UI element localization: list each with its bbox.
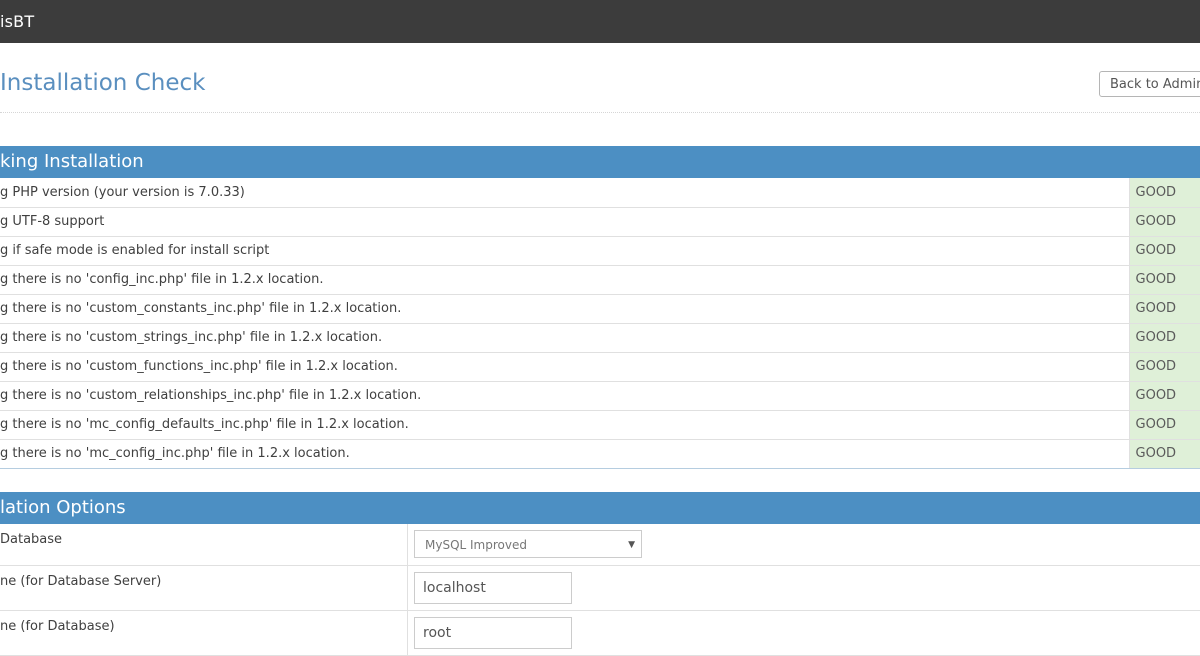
option-row-username: ne (for Database) [0,610,1200,655]
brand-logo-text[interactable]: isBT [0,12,34,31]
check-status-badge: GOOD [1129,381,1200,410]
check-row: g PHP version (your version is 7.0.33)GO… [0,178,1200,207]
check-description: g UTF-8 support [0,207,1129,236]
checking-installation-header: king Installation [0,146,1200,178]
option-control-cell [408,565,1200,610]
database-type-select[interactable]: MySQL Improved ▼ [414,530,642,558]
option-control-cell [408,610,1200,655]
check-row: g there is no 'custom_functions_inc.php'… [0,352,1200,381]
check-description: g if safe mode is enabled for install sc… [0,236,1129,265]
installation-checks-table: g PHP version (your version is 7.0.33)GO… [0,178,1200,469]
installation-options-title: lation Options [0,497,126,518]
check-description: g there is no 'mc_config_defaults_inc.ph… [0,410,1129,439]
check-row: g there is no 'custom_relationships_inc.… [0,381,1200,410]
option-label: ne (for Database Server) [0,565,408,610]
username-input[interactable] [414,617,572,649]
check-row: g there is no 'mc_config_inc.php' file i… [0,439,1200,468]
option-row-hostname: ne (for Database Server) [0,565,1200,610]
option-row-database-type: Database MySQL Improved ▼ [0,524,1200,565]
check-status-badge: GOOD [1129,265,1200,294]
title-divider [0,112,1200,113]
installation-options-table: Database MySQL Improved ▼ ne (for Databa… [0,524,1200,656]
check-row: g UTF-8 supportGOOD [0,207,1200,236]
check-row: g if safe mode is enabled for install sc… [0,236,1200,265]
check-status-badge: GOOD [1129,294,1200,323]
check-status-badge: GOOD [1129,352,1200,381]
check-description: g PHP version (your version is 7.0.33) [0,178,1129,207]
check-row: g there is no 'custom_constants_inc.php'… [0,294,1200,323]
page-title: Installation Check [0,70,205,96]
check-description: g there is no 'mc_config_inc.php' file i… [0,439,1129,468]
back-to-admin-button[interactable]: Back to Admini [1099,71,1200,97]
option-control-cell: MySQL Improved ▼ [408,524,1200,565]
check-description: g there is no 'config_inc.php' file in 1… [0,265,1129,294]
chevron-down-icon: ▼ [628,531,635,559]
check-status-badge: GOOD [1129,323,1200,352]
checking-installation-title: king Installation [0,151,144,172]
check-row: g there is no 'custom_strings_inc.php' f… [0,323,1200,352]
check-description: g there is no 'custom_constants_inc.php'… [0,294,1129,323]
check-status-badge: GOOD [1129,236,1200,265]
check-description: g there is no 'custom_relationships_inc.… [0,381,1129,410]
installation-options-header: lation Options [0,492,1200,524]
database-type-selected-value: MySQL Improved [425,538,527,552]
hostname-input[interactable] [414,572,572,604]
check-status-badge: GOOD [1129,178,1200,207]
check-status-badge: GOOD [1129,410,1200,439]
option-label: Database [0,524,408,565]
check-description: g there is no 'custom_functions_inc.php'… [0,352,1129,381]
check-status-badge: GOOD [1129,207,1200,236]
check-row: g there is no 'mc_config_defaults_inc.ph… [0,410,1200,439]
check-description: g there is no 'custom_strings_inc.php' f… [0,323,1129,352]
option-label: ne (for Database) [0,610,408,655]
top-navbar: isBT [0,0,1200,43]
check-row: g there is no 'config_inc.php' file in 1… [0,265,1200,294]
check-status-badge: GOOD [1129,439,1200,468]
